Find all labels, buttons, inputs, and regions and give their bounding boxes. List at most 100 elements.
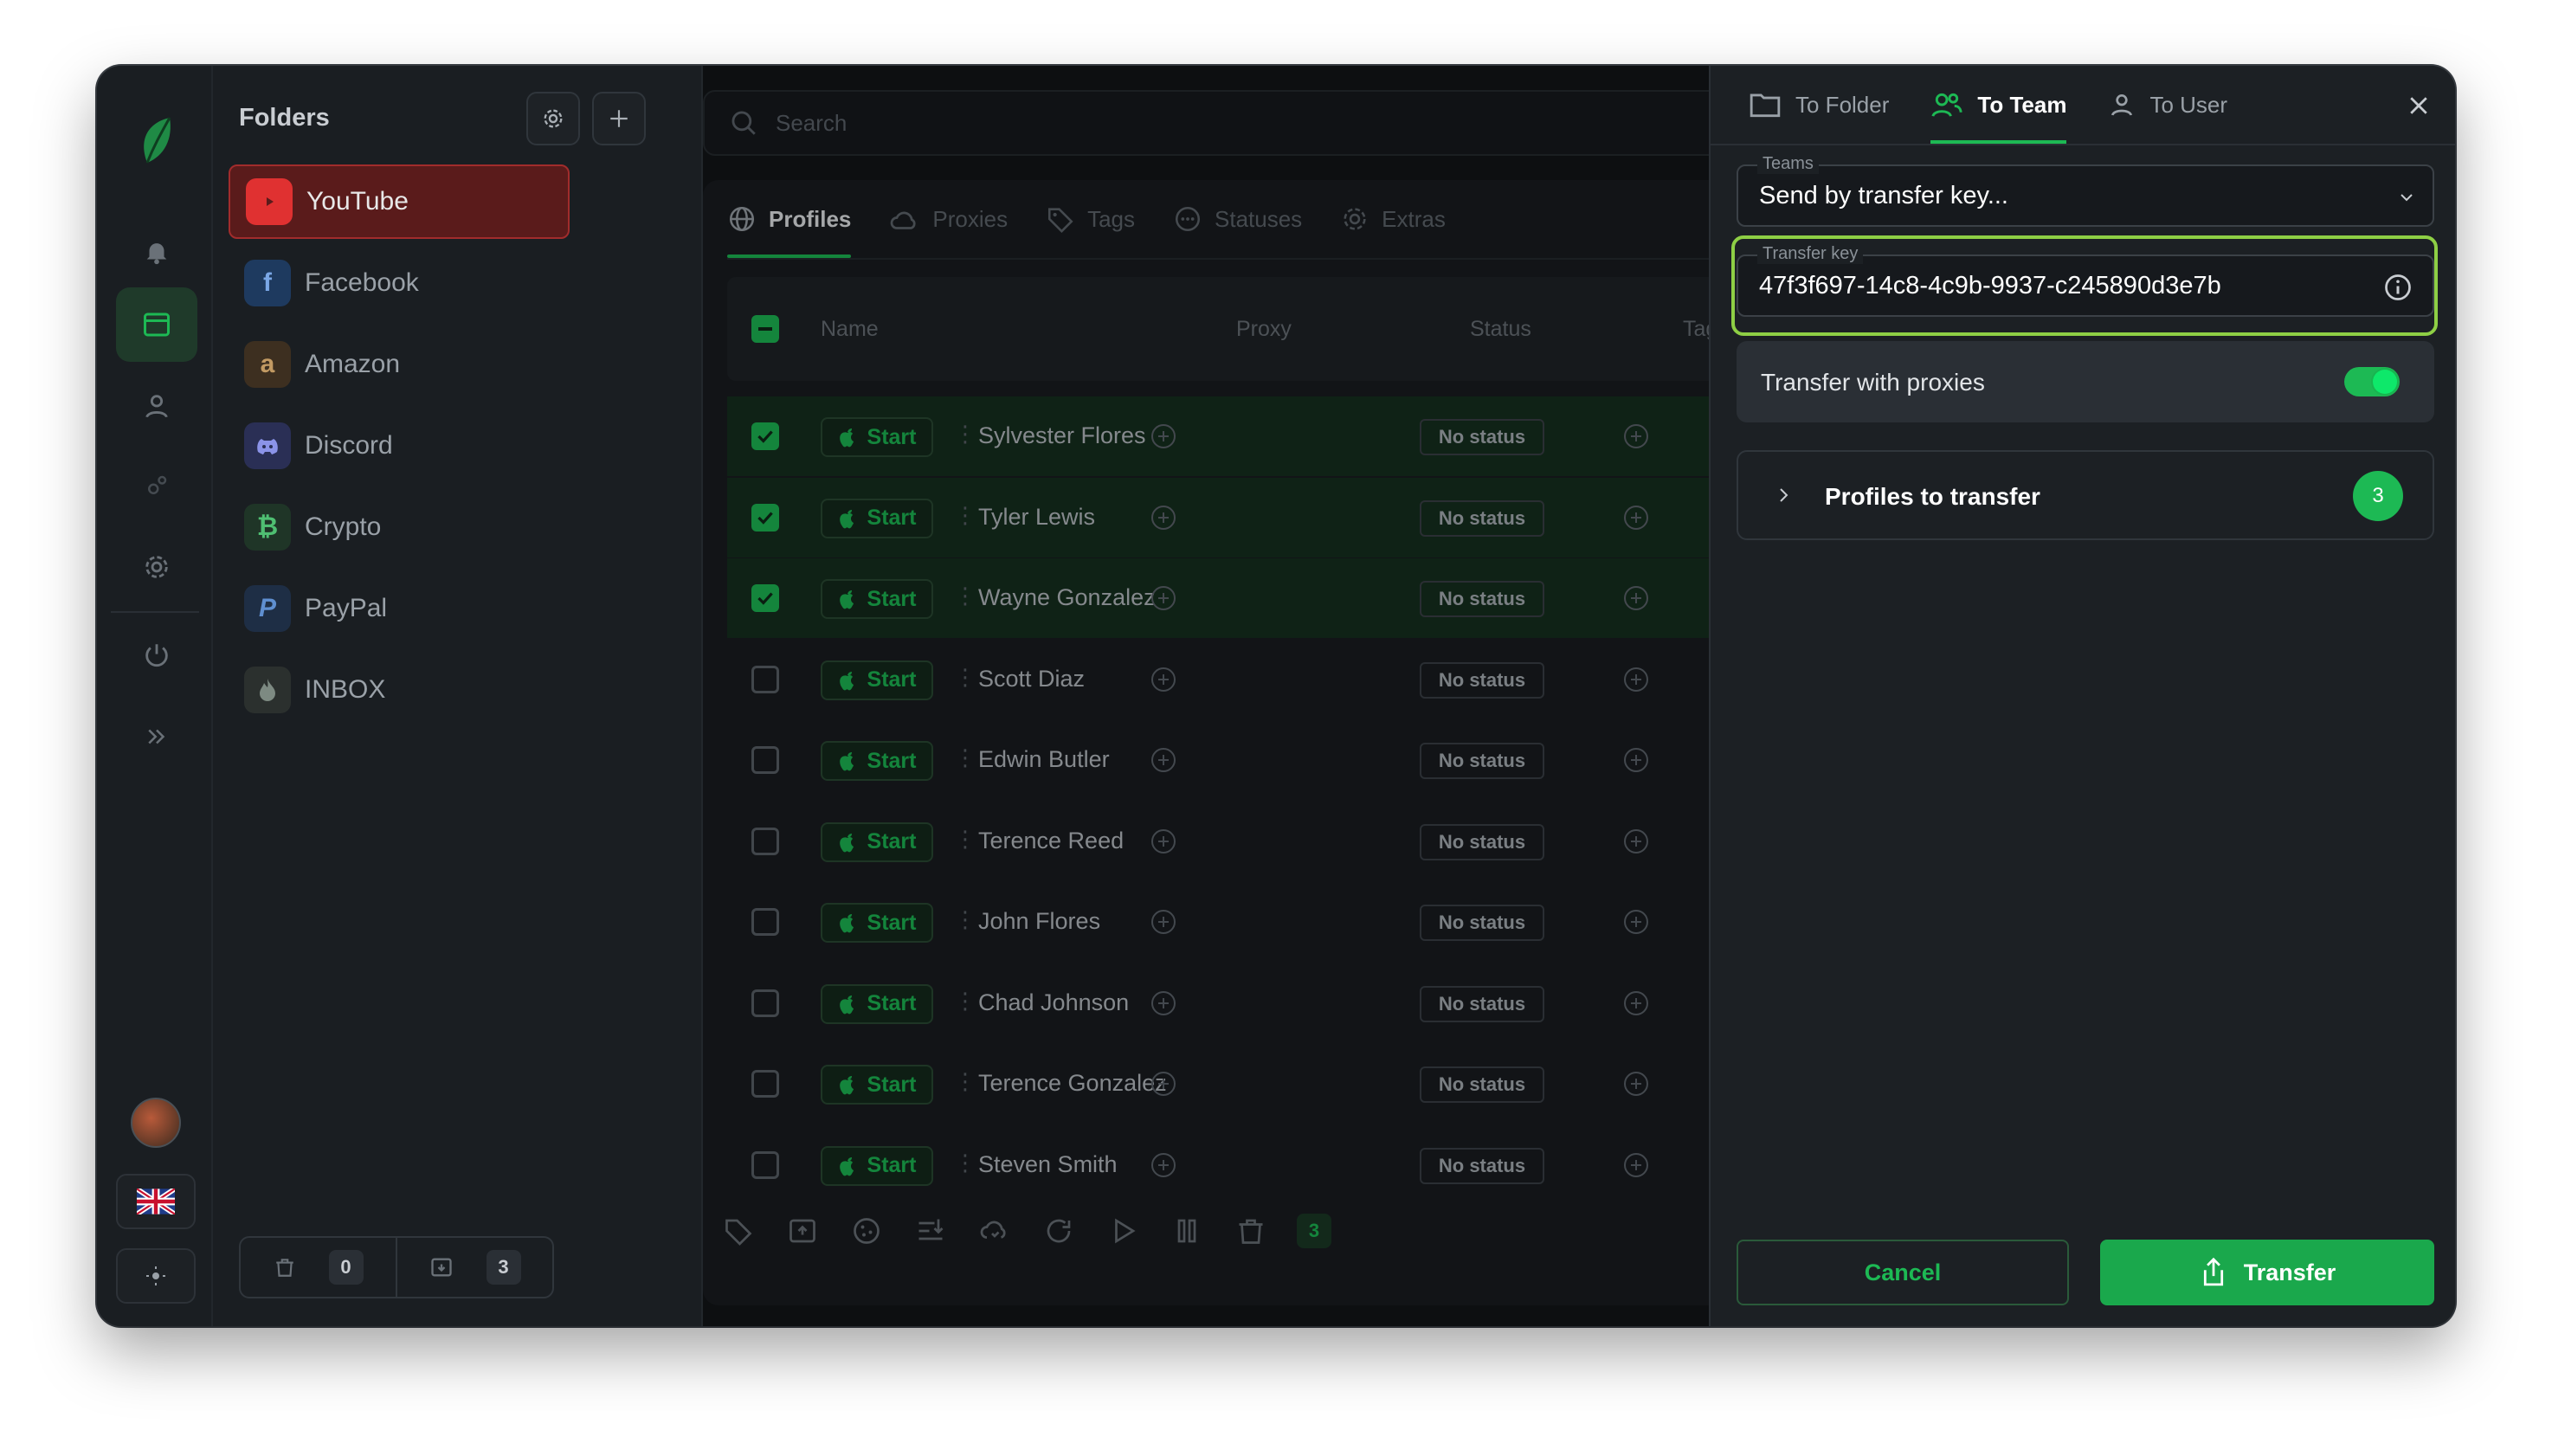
status-badge[interactable]: No status [1420, 743, 1544, 779]
tag-action-button[interactable] [720, 1213, 757, 1249]
add-tag-icon[interactable] [1624, 910, 1648, 934]
pause-action-button[interactable] [1169, 1213, 1205, 1249]
add-tag-icon[interactable] [1624, 828, 1648, 854]
add-tag-icon[interactable] [1624, 424, 1648, 448]
add-tag-icon[interactable] [1624, 667, 1648, 692]
table-row[interactable]: Start ⋮ Wayne Gonzalez No status [727, 558, 1837, 638]
close-panel-button[interactable] [2401, 88, 2436, 123]
row-checkbox[interactable] [751, 422, 779, 450]
add-tag-icon[interactable] [1624, 505, 1648, 530]
teams-select[interactable]: Teams Send by transfer key... [1737, 154, 2434, 227]
start-button[interactable]: Start [821, 579, 933, 619]
table-row[interactable]: Start ⋮ Edwin Butler No status [727, 720, 1837, 800]
column-header-status[interactable]: Status [1470, 317, 1531, 342]
cancel-button[interactable]: Cancel [1737, 1240, 2069, 1305]
drag-handle-icon[interactable]: ⋮ [954, 583, 976, 609]
automation-nav-button[interactable] [116, 448, 197, 523]
table-row[interactable]: Start ⋮ Tyler Lewis No status [727, 477, 1837, 557]
row-checkbox[interactable] [751, 1070, 779, 1098]
table-row[interactable]: Start ⋮ Terence Gonzalez No status [727, 1044, 1837, 1124]
profile-name[interactable]: Chad Johnson [978, 989, 1129, 1016]
tab-extras[interactable]: Extras [1340, 180, 1446, 258]
transfer-key-value[interactable]: 47f3f697-14c8-4c9b-9937-c245890d3e7b [1759, 272, 2221, 300]
drag-handle-icon[interactable]: ⋮ [954, 664, 976, 691]
profile-name[interactable]: John Flores [978, 908, 1100, 935]
drag-handle-icon[interactable]: ⋮ [954, 826, 976, 853]
profiles-to-transfer-accordion[interactable]: Profiles to transfer 3 [1737, 450, 2434, 540]
add-proxy-icon[interactable] [1151, 1152, 1176, 1177]
sync-action-button[interactable] [976, 1213, 1013, 1249]
search-bar[interactable]: Search [703, 90, 1820, 156]
status-badge[interactable]: No status [1420, 581, 1544, 617]
row-checkbox[interactable] [751, 908, 779, 936]
status-badge[interactable]: No status [1420, 499, 1544, 537]
table-row[interactable]: Start ⋮ Terence Reed No status [727, 802, 1837, 881]
profile-name[interactable]: Steven Smith [978, 1151, 1118, 1178]
start-button[interactable]: Start [821, 903, 933, 943]
add-tag-icon[interactable] [1624, 748, 1648, 772]
row-checkbox[interactable] [751, 584, 779, 612]
status-badge[interactable]: No status [1420, 661, 1544, 699]
tab-profiles[interactable]: Profiles [727, 180, 852, 258]
drag-handle-icon[interactable]: ⋮ [954, 744, 976, 771]
drag-handle-icon[interactable]: ⋮ [954, 906, 976, 933]
tab-tags[interactable]: Tags [1046, 180, 1135, 258]
folder-settings-button[interactable] [526, 92, 580, 145]
theme-toggle[interactable] [116, 1248, 196, 1304]
row-checkbox[interactable] [751, 503, 779, 532]
delete-action-button[interactable] [1233, 1213, 1269, 1249]
archive-counter[interactable]: 3 [396, 1238, 552, 1297]
transfer-with-proxies-toggle[interactable] [2344, 367, 2400, 396]
account-avatar[interactable] [116, 1087, 196, 1158]
profile-name[interactable]: Scott Diaz [978, 666, 1085, 693]
drag-handle-icon[interactable]: ⋮ [954, 988, 976, 1015]
folder-item-paypal[interactable]: P PayPal [229, 571, 570, 646]
add-proxy-icon[interactable] [1151, 586, 1176, 610]
add-proxy-icon[interactable] [1151, 424, 1176, 448]
folder-item-discord[interactable]: Discord [229, 409, 570, 483]
table-row[interactable]: Start ⋮ John Flores No status [727, 882, 1837, 962]
drag-handle-icon[interactable]: ⋮ [954, 1150, 976, 1176]
add-proxy-icon[interactable] [1151, 1072, 1176, 1096]
add-tag-icon[interactable] [1624, 1072, 1648, 1096]
start-button[interactable]: Start [821, 417, 933, 457]
archive-action-button[interactable] [784, 1213, 821, 1249]
table-row[interactable]: Start ⋮ Chad Johnson No status [727, 963, 1837, 1043]
search-input[interactable]: Search [776, 110, 847, 137]
table-row[interactable]: Start ⋮ Scott Diaz No status [727, 640, 1837, 719]
transfer-key-field[interactable]: Transfer key 47f3f697-14c8-4c9b-9937-c24… [1737, 244, 2434, 317]
add-folder-button[interactable] [592, 92, 646, 145]
status-badge[interactable]: No status [1420, 985, 1544, 1022]
tab-to-folder[interactable]: To Folder [1749, 66, 1889, 144]
tab-to-team[interactable]: To Team [1930, 66, 2067, 144]
drag-handle-icon[interactable]: ⋮ [954, 421, 976, 448]
add-proxy-icon[interactable] [1151, 748, 1176, 772]
drag-handle-icon[interactable]: ⋮ [954, 1068, 976, 1095]
add-tag-icon[interactable] [1624, 990, 1648, 1015]
start-button[interactable]: Start [821, 660, 933, 700]
column-header-proxy[interactable]: Proxy [1236, 317, 1292, 342]
row-checkbox[interactable] [751, 746, 779, 774]
start-button[interactable]: Start [821, 741, 933, 781]
refresh-action-button[interactable] [1041, 1213, 1077, 1249]
add-tag-icon[interactable] [1624, 1152, 1648, 1177]
profile-name[interactable]: Sylvester Flores [978, 422, 1146, 449]
row-checkbox[interactable] [751, 1150, 779, 1179]
row-checkbox[interactable] [751, 827, 779, 855]
add-proxy-icon[interactable] [1151, 667, 1176, 692]
tab-proxies[interactable]: Proxies [889, 180, 1008, 258]
profile-name[interactable]: Terence Gonzalez [978, 1070, 1167, 1097]
info-icon[interactable] [2382, 272, 2413, 303]
start-button[interactable]: Start [821, 1065, 933, 1105]
add-proxy-icon[interactable] [1151, 828, 1176, 854]
row-checkbox[interactable] [751, 665, 779, 693]
profile-name[interactable]: Edwin Butler [978, 746, 1110, 773]
status-badge[interactable]: No status [1420, 1147, 1544, 1184]
add-proxy-icon[interactable] [1151, 910, 1176, 934]
folder-item-youtube[interactable]: YouTube [229, 164, 570, 239]
drag-handle-icon[interactable]: ⋮ [954, 502, 976, 529]
language-selector[interactable] [116, 1174, 196, 1229]
tab-statuses[interactable]: Statuses [1173, 180, 1302, 258]
status-badge[interactable]: No status [1420, 905, 1544, 941]
add-tag-icon[interactable] [1624, 586, 1648, 610]
